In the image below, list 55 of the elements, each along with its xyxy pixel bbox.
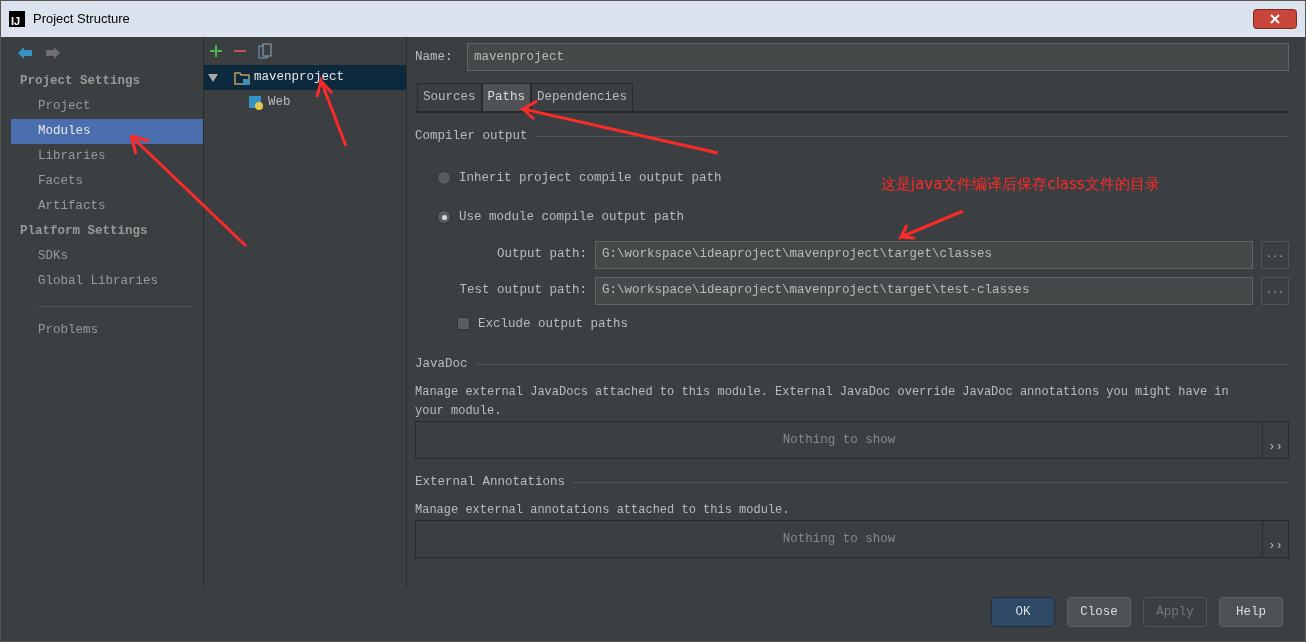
sidebar-item[interactable]: Modules <box>11 119 203 144</box>
expand-button[interactable]: ›› <box>1262 521 1288 558</box>
field-label: Output path: <box>496 246 587 264</box>
dialog-button[interactable]: Help <box>1219 597 1283 627</box>
name-field[interactable]: mavenproject <box>467 43 1289 71</box>
radio-button[interactable] <box>437 210 451 225</box>
browse-button[interactable]: ... <box>1261 276 1289 305</box>
section-description: Manage external JavaDocs attached to this module. External JavaDoc override JavaDoc annotations you might have in your module. <box>415 384 1230 421</box>
web-facet-icon <box>248 94 264 111</box>
browse-button[interactable]: ... <box>1261 240 1289 269</box>
section-description: Manage external annotations attached to this module. <box>415 502 791 520</box>
dialog-button[interactable]: Close <box>1067 597 1131 627</box>
tab[interactable]: Sources <box>417 83 482 111</box>
sidebar-item[interactable]: Artifacts <box>11 194 203 219</box>
name-label: Name: <box>415 48 454 66</box>
expanded-triangle-icon[interactable] <box>208 72 218 83</box>
annotation-arrow <box>897 209 965 240</box>
radio-label: Use module compile output path <box>459 208 685 226</box>
sidebar-header: Platform Settings <box>19 223 149 241</box>
annotation-text: 这是java文件编译后保存class文件的目录 <box>881 174 1160 195</box>
add-icon[interactable] <box>210 45 222 57</box>
sidebar-item[interactable]: Global Libraries <box>11 269 203 294</box>
checkbox[interactable] <box>457 317 470 331</box>
sidebar-item[interactable]: Libraries <box>11 144 203 169</box>
close-icon[interactable] <box>1253 9 1297 29</box>
radio-label: Inherit project compile output path <box>459 170 722 187</box>
tree-item[interactable]: mavenproject <box>204 65 406 90</box>
expand-button[interactable]: ›› <box>1262 422 1288 459</box>
empty-list-text: Nothing to show <box>781 431 897 449</box>
field-label: Test output path: <box>458 282 587 300</box>
section-title: External Annotations <box>415 473 566 491</box>
tab[interactable]: Paths <box>481 83 532 111</box>
radio-button[interactable] <box>437 171 451 186</box>
sidebar-item[interactable]: SDKs <box>11 244 203 269</box>
forward-arrow-icon[interactable] <box>45 46 61 60</box>
sidebar-item[interactable]: Facets <box>11 169 203 194</box>
empty-list-text: Nothing to show <box>781 530 897 548</box>
path-field[interactable]: G:\workspace\ideaproject\mavenproject\target\classes <box>595 240 1253 269</box>
section-title: Compiler output <box>415 127 528 145</box>
window-title: Project Structure <box>33 10 130 29</box>
sidebar-item[interactable]: Project <box>11 94 203 119</box>
checkbox-label: Exclude output paths <box>478 315 629 333</box>
copy-icon[interactable] <box>258 43 272 59</box>
tree-item[interactable]: Web <box>204 90 406 115</box>
section-title: JavaDoc <box>415 355 468 373</box>
sidebar-header: Project Settings <box>19 73 142 91</box>
back-arrow-icon[interactable] <box>17 46 33 60</box>
app-logo: IJ <box>9 11 25 27</box>
list-panel[interactable]: Nothing to show ›› <box>415 421 1289 460</box>
dialog-button[interactable]: OK <box>991 597 1055 627</box>
sidebar-item[interactable]: Problems <box>11 318 203 343</box>
list-panel[interactable]: Nothing to show ›› <box>415 520 1289 559</box>
tab[interactable]: Dependencies <box>531 83 634 111</box>
path-field[interactable]: G:\workspace\ideaproject\mavenproject\target\test-classes <box>595 276 1253 305</box>
folder-icon <box>234 69 250 86</box>
